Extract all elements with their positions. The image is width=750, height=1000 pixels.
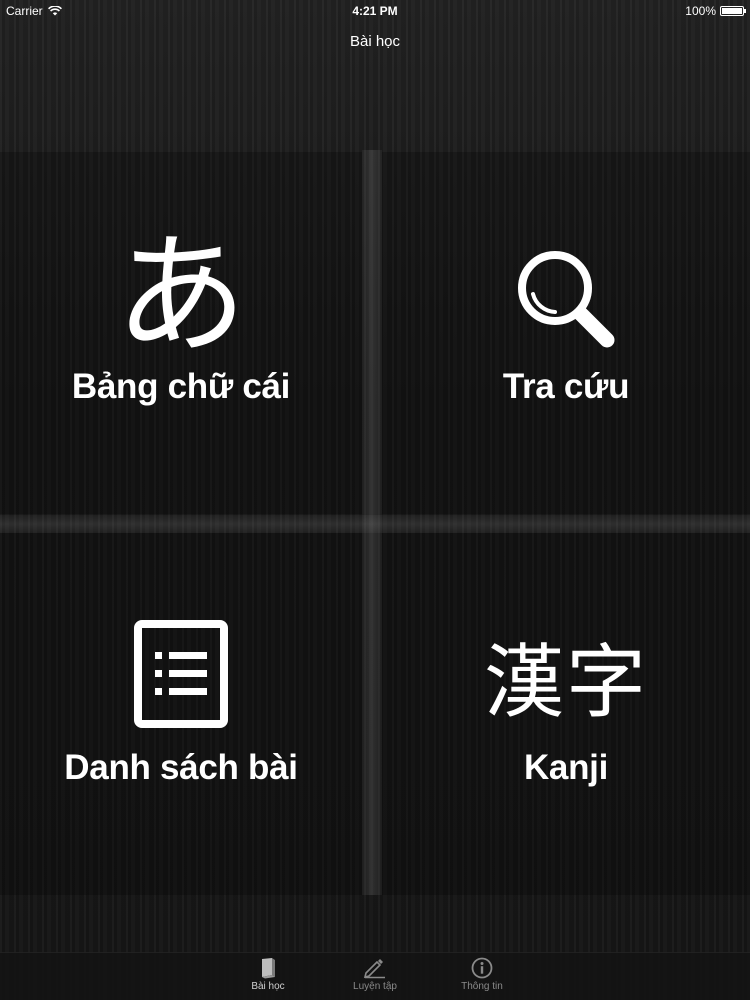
- hiragana-a-icon: あ: [115, 219, 247, 373]
- status-time: 4:21 PM: [352, 4, 398, 18]
- tile-alphabet[interactable]: あ Bảng chữ cái: [0, 152, 362, 514]
- tab-lessons-label: Bài học: [251, 981, 285, 992]
- tab-info[interactable]: Thông tin: [442, 957, 522, 992]
- tab-info-label: Thông tin: [461, 981, 503, 992]
- tile-lesson-list-label: Danh sách bài: [64, 748, 298, 787]
- tile-kanji[interactable]: 漢字 Kanji: [382, 533, 750, 895]
- tab-lessons[interactable]: Bài học: [228, 957, 308, 992]
- page-title: Bài học: [349, 33, 401, 50]
- tile-kanji-label: Kanji: [523, 748, 609, 787]
- status-bar: Carrier 4:21 PM 100%: [0, 0, 750, 22]
- battery-percent: 100%: [685, 4, 716, 18]
- pencil-icon: [363, 959, 385, 979]
- kanji-icon: 漢字: [484, 636, 648, 729]
- tile-lookup-label: Tra cứu: [502, 367, 630, 406]
- tab-bar: Bài học Luyện tập Thông tin: [0, 952, 750, 1000]
- battery-icon: [720, 6, 746, 16]
- tile-lookup[interactable]: Tra cứu: [382, 152, 750, 514]
- tile-lesson-list[interactable]: Danh sách bài: [0, 533, 362, 895]
- tab-practice[interactable]: Luyện tập: [335, 957, 415, 992]
- info-icon: [471, 957, 493, 979]
- tab-practice-label: Luyện tập: [353, 981, 397, 992]
- tile-alphabet-label: Bảng chữ cái: [71, 367, 291, 406]
- status-right: 100%: [685, 4, 746, 18]
- search-icon: [382, 244, 750, 359]
- book-icon: [262, 958, 275, 979]
- list-icon: [0, 619, 362, 734]
- wood-seam-horizontal: [0, 515, 750, 533]
